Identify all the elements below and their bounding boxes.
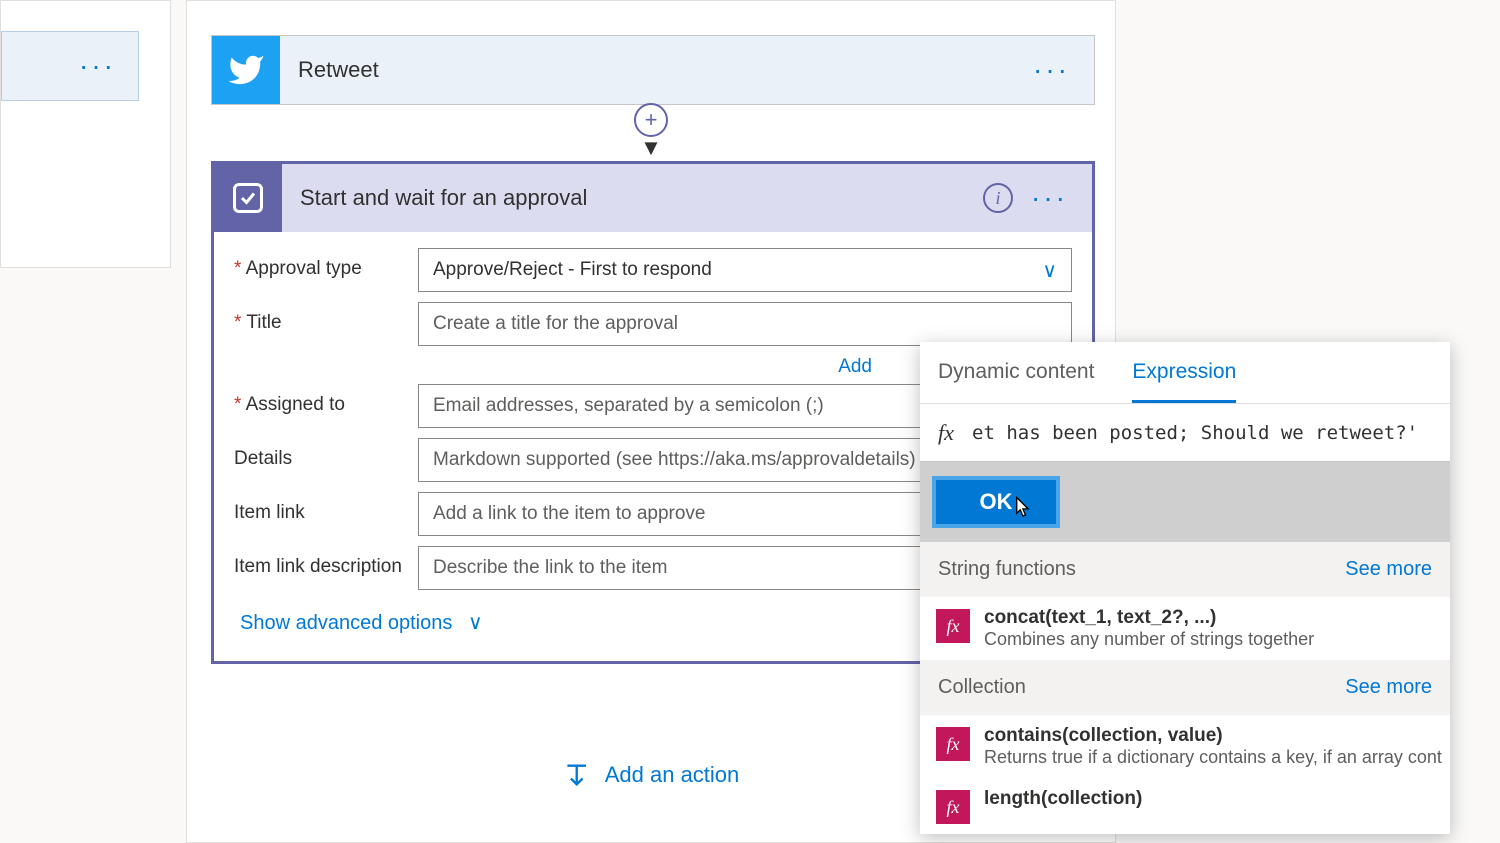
fn-desc: Combines any number of strings together	[984, 629, 1314, 650]
left-partial-card: ···	[0, 0, 171, 268]
fn-desc: Returns true if a dictionary contains a …	[984, 747, 1442, 768]
fx-icon: fx	[920, 420, 972, 446]
label-item-link: Item link	[234, 492, 418, 524]
fn-name: length(collection)	[984, 788, 1142, 810]
fn-name: concat(text_1, text_2?, ...)	[984, 607, 1314, 629]
ok-button[interactable]: OK	[932, 476, 1060, 528]
show-advanced-label: Show advanced options	[240, 612, 452, 634]
flow-connector: + ▼	[634, 103, 668, 161]
add-step-button[interactable]: +	[634, 103, 668, 137]
category-collection: Collection See more	[920, 660, 1450, 715]
expression-tabs: Dynamic content Expression	[920, 342, 1450, 404]
info-icon[interactable]: i	[983, 183, 1013, 213]
label-title: Title	[234, 302, 418, 334]
approval-icon	[214, 164, 282, 232]
retweet-title: Retweet	[280, 57, 1033, 83]
fn-name: contains(collection, value)	[984, 725, 1442, 747]
approval-title: Start and wait for an approval	[282, 185, 983, 211]
row-title: Title Create a title for the approval	[234, 302, 1072, 346]
row-approval-type: Approval type Approve/Reject - First to …	[234, 248, 1072, 292]
tab-expression[interactable]: Expression	[1132, 342, 1236, 403]
category-string-functions: String functions See more	[920, 542, 1450, 597]
title-input[interactable]: Create a title for the approval	[418, 302, 1072, 346]
twitter-icon	[212, 36, 280, 104]
approval-type-dropdown[interactable]: Approve/Reject - First to respond ∨	[418, 248, 1072, 292]
approval-type-value: Approve/Reject - First to respond	[433, 259, 712, 281]
cursor-pointer-icon	[1008, 492, 1036, 524]
fx-badge-icon: fx	[936, 727, 970, 761]
expression-panel: Dynamic content Expression fx et has bee…	[920, 342, 1450, 834]
add-action-button[interactable]: Add an action	[563, 761, 740, 789]
retweet-action-card[interactable]: Retweet ···	[211, 35, 1095, 105]
fx-badge-icon: fx	[936, 609, 970, 643]
chevron-down-icon: ∨	[468, 612, 483, 634]
left-card-header[interactable]: ···	[1, 31, 139, 101]
category-label: Collection	[938, 676, 1026, 699]
label-assigned-to: Assigned to	[234, 384, 418, 416]
see-more-link[interactable]: See more	[1345, 558, 1432, 581]
chevron-down-icon: ∨	[1042, 258, 1057, 283]
label-item-link-desc: Item link description	[234, 546, 418, 578]
fn-contains[interactable]: fx contains(collection, value) Returns t…	[920, 715, 1450, 778]
arrow-down-icon: ▼	[640, 135, 662, 161]
expression-input-row: fx et has been posted; Should we retweet…	[920, 404, 1450, 462]
retweet-header: Retweet ···	[212, 36, 1094, 104]
ok-row: OK	[920, 462, 1450, 542]
insert-step-icon	[563, 761, 591, 789]
add-action-label: Add an action	[605, 762, 740, 788]
approval-header[interactable]: Start and wait for an approval i ···	[214, 164, 1092, 232]
label-approval-type: Approval type	[234, 248, 418, 280]
fn-length[interactable]: fx length(collection)	[920, 778, 1450, 834]
see-more-link[interactable]: See more	[1345, 676, 1432, 699]
fx-badge-icon: fx	[936, 790, 970, 824]
tab-dynamic-content[interactable]: Dynamic content	[938, 342, 1094, 403]
fn-concat[interactable]: fx concat(text_1, text_2?, ...) Combines…	[920, 597, 1450, 660]
category-label: String functions	[938, 558, 1076, 581]
label-details: Details	[234, 438, 418, 470]
expression-input[interactable]: et has been posted; Should we retweet?'	[972, 422, 1450, 444]
